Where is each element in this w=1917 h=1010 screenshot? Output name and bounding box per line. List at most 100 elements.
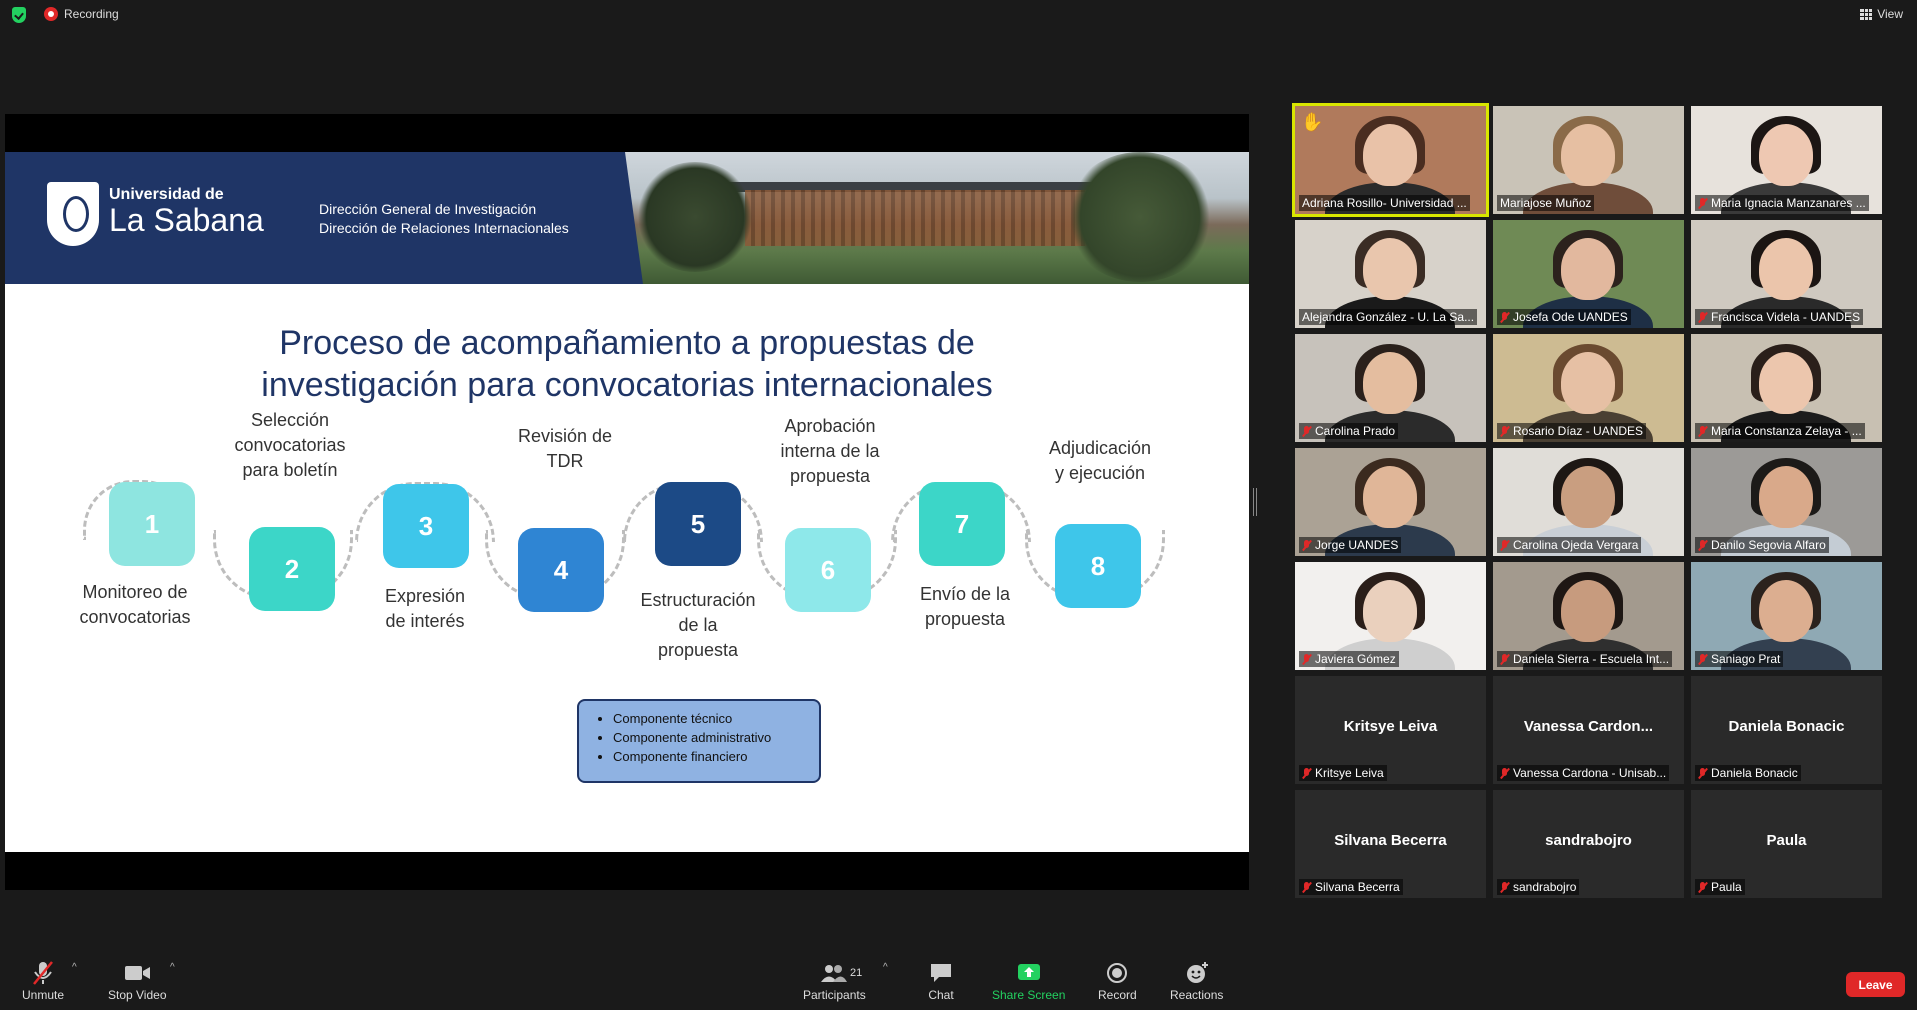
muted-mic-icon: [1500, 540, 1509, 551]
step-5-label: Estructuración de la propuesta: [640, 590, 756, 660]
step-4-label: Revisión de TDR: [517, 426, 613, 471]
recording-label: Recording: [64, 7, 119, 21]
muted-mic-icon: [1698, 426, 1707, 437]
participant-tile[interactable]: Kritsye Leiva Kritsye Leiva: [1295, 676, 1486, 784]
muted-mic-icon: [1302, 654, 1311, 665]
participant-tile[interactable]: Francisca Videla - UANDES: [1691, 220, 1882, 328]
participant-name-label: Javiera Gómez: [1299, 651, 1399, 667]
participant-tile[interactable]: Maria Constanza Zelaya - ...: [1691, 334, 1882, 442]
direction-line-2: Dirección de Relaciones Internacionales: [319, 220, 569, 236]
step-1-box: 1: [109, 482, 195, 566]
step-7-box: 7: [919, 482, 1005, 566]
participant-tile[interactable]: Carolina Prado: [1295, 334, 1486, 442]
campus-photo: [625, 152, 1249, 284]
leave-button[interactable]: Leave: [1846, 972, 1905, 997]
university-shield-logo: [47, 182, 99, 246]
muted-mic-icon: [1302, 426, 1311, 437]
step-8-label: Adjudicación y ejecución: [1048, 438, 1152, 483]
participant-tile[interactable]: Daniela Bonacic Daniela Bonacic: [1691, 676, 1882, 784]
security-shield-icon[interactable]: [12, 7, 26, 23]
muted-mic-icon: [1500, 882, 1509, 893]
muted-mic-icon: [1500, 426, 1509, 437]
muted-mic-icon: [1698, 654, 1707, 665]
participant-tile[interactable]: Carolina Ojeda Vergara: [1493, 448, 1684, 556]
muted-mic-icon: [1698, 768, 1707, 779]
step-4-box: 4: [518, 528, 604, 612]
participant-name-label: Saniago Prat: [1695, 651, 1784, 667]
record-icon: [1107, 963, 1128, 983]
slide-title: Proceso de acompañamiento a propuestas d…: [261, 324, 993, 404]
participant-tile[interactable]: Paula Paula: [1691, 790, 1882, 898]
participant-name-label: Alejandra González - U. La Sa...: [1299, 309, 1478, 325]
reactions-button[interactable]: Reactions: [1170, 950, 1223, 1002]
participant-tile[interactable]: ✋ Adriana Rosillo- Universidad ...: [1292, 103, 1489, 217]
top-bar: Recording View: [0, 0, 1917, 30]
share-screen-icon: [1017, 964, 1040, 980]
step-1-label: Monitoreo de convocatorias: [79, 582, 191, 627]
participant-tile[interactable]: Daniela Sierra - Escuela Int...: [1493, 562, 1684, 670]
muted-mic-icon: [1302, 768, 1311, 779]
chat-button[interactable]: Chat: [926, 950, 956, 1002]
participant-name-label: Daniela Bonacic: [1695, 765, 1801, 781]
participant-name-label: Mariajose Muñoz: [1497, 195, 1595, 211]
participant-name-label: Carolina Ojeda Vergara: [1497, 537, 1642, 553]
split-view-handle[interactable]: [1253, 488, 1257, 516]
participant-display-name: Daniela Bonacic: [1728, 718, 1845, 735]
step-6-label: Aprobación interna de la propuesta: [780, 416, 880, 486]
participant-name-label: Carolina Prado: [1299, 423, 1399, 439]
view-button[interactable]: View: [1860, 7, 1903, 21]
participant-tile[interactable]: Mariajose Muñoz: [1493, 106, 1684, 214]
muted-mic-icon: [1698, 312, 1707, 323]
audio-options-caret-icon[interactable]: ^: [72, 962, 77, 973]
participant-display-name: Kritsye Leiva: [1343, 718, 1438, 735]
university-name-big: La Sabana: [109, 202, 264, 238]
participants-label: Participants: [803, 988, 866, 1002]
participant-tile[interactable]: Danilo Segovia Alfaro: [1691, 448, 1882, 556]
participant-tile[interactable]: Saniago Prat: [1691, 562, 1882, 670]
participant-tile[interactable]: Silvana Becerra Silvana Becerra: [1295, 790, 1486, 898]
participants-options-caret-icon[interactable]: ^: [883, 962, 888, 973]
muted-mic-icon: [1698, 882, 1707, 893]
participant-name-label: Adriana Rosillo- Universidad ...: [1299, 195, 1470, 211]
participant-tile[interactable]: sandrabojro sandrabojro: [1493, 790, 1684, 898]
participant-name-label: Daniela Sierra - Escuela Int...: [1497, 651, 1673, 667]
participant-tile[interactable]: Javiera Gómez: [1295, 562, 1486, 670]
component-item: Componente administrativo: [613, 728, 809, 747]
muted-mic-icon: [1698, 540, 1707, 551]
reactions-smiley-icon: [1186, 962, 1208, 983]
muted-mic-icon: [1698, 198, 1707, 209]
participant-name-label: Maria Ignacia Manzanares ...: [1695, 195, 1869, 211]
unmute-label: Unmute: [22, 988, 65, 1002]
presentation-slide: Universidad de La Sabana Dirección Gener…: [5, 152, 1249, 852]
step-5-box: 5: [655, 482, 741, 566]
slide-banner: Universidad de La Sabana Dirección Gener…: [5, 152, 1249, 284]
record-button[interactable]: Record: [1098, 950, 1137, 1002]
raised-hand-icon: ✋: [1301, 112, 1324, 132]
participant-tile[interactable]: Rosario Díaz - UANDES: [1493, 334, 1684, 442]
participant-display-name: sandrabojro: [1545, 832, 1632, 849]
participant-tile[interactable]: Maria Ignacia Manzanares ...: [1691, 106, 1882, 214]
participant-tile[interactable]: Josefa Ode UANDES: [1493, 220, 1684, 328]
participant-tile[interactable]: Alejandra González - U. La Sa...: [1295, 220, 1486, 328]
muted-mic-icon: [1302, 540, 1311, 551]
step-3-label: Expresión de interés: [384, 586, 466, 631]
participant-name-label: Silvana Becerra: [1299, 879, 1403, 895]
unmute-button[interactable]: Unmute: [22, 950, 64, 1002]
participant-name-label: Paula: [1695, 879, 1745, 895]
participant-tile[interactable]: Jorge UANDES: [1295, 448, 1486, 556]
share-screen-button[interactable]: Share Screen: [992, 950, 1065, 1002]
participant-name-label: Kritsye Leiva: [1299, 765, 1387, 781]
recording-icon: [44, 7, 58, 21]
video-options-caret-icon[interactable]: ^: [170, 962, 175, 973]
recording-indicator[interactable]: Recording: [44, 7, 119, 21]
grid-view-icon: [1860, 8, 1873, 20]
step-2-label: Selección convocatorias para boletín: [234, 410, 346, 480]
participant-tile[interactable]: Vanessa Cardon... Vanessa Cardona - Unisa…: [1493, 676, 1684, 784]
stop-video-button[interactable]: Stop Video: [108, 950, 167, 1002]
stop-video-label: Stop Video: [108, 988, 167, 1002]
step-8-box: 8: [1055, 524, 1141, 608]
participants-icon: [821, 965, 848, 982]
reactions-label: Reactions: [1170, 988, 1224, 1002]
chat-bubble-icon: [931, 964, 951, 982]
share-screen-label: Share Screen: [992, 988, 1066, 1002]
